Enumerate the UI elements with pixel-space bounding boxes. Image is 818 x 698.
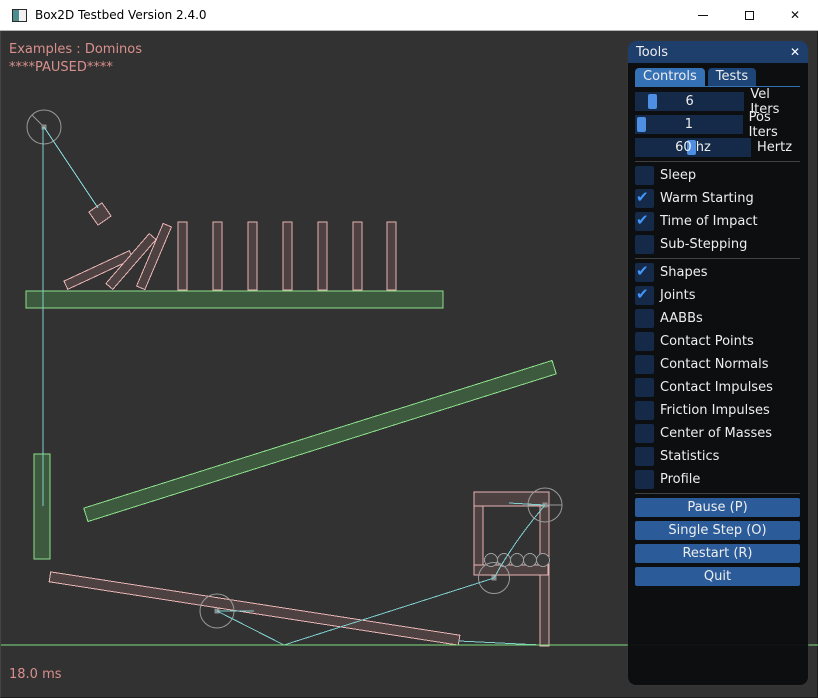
checkbox[interactable]: ✔ — [635, 309, 654, 328]
checkbox[interactable]: ✔ — [635, 212, 654, 231]
checkbox-label: Friction Impulses — [660, 403, 770, 418]
checkbox[interactable]: ✔ — [635, 378, 654, 397]
caption-buttons: ✕ — [680, 0, 818, 31]
checkbox-aabbs: ✔ AABBs — [635, 309, 800, 328]
check-icon: ✔ — [636, 262, 649, 280]
checkbox-label: Warm Starting — [660, 191, 754, 206]
sim-toggle-rows: ✔ Sleep ✔ Warm Starting ✔ Time of Impact — [635, 166, 800, 254]
separator — [635, 161, 800, 162]
checkbox-label: Contact Impulses — [660, 380, 773, 395]
standing-dominoes — [178, 222, 396, 290]
checkbox-label: Shapes — [660, 265, 707, 280]
close-icon: ✕ — [790, 8, 800, 22]
checkbox[interactable]: ✔ — [635, 189, 654, 208]
minimize-button[interactable] — [680, 0, 726, 31]
checkbox-label: Profile — [660, 472, 700, 487]
checkbox[interactable]: ✔ — [635, 263, 654, 282]
pendulum-box — [89, 203, 111, 225]
checkbox-label: AABBs — [660, 311, 703, 326]
single-step-button[interactable]: Single Step (O) — [635, 521, 800, 540]
checkbox[interactable]: ✔ — [635, 355, 654, 374]
example-label: Examples : Dominos — [9, 42, 142, 57]
checkbox-label: Joints — [660, 288, 696, 303]
check-icon: ✔ — [636, 285, 649, 303]
separator — [635, 258, 800, 259]
window-title: Box2D Testbed Version 2.4.0 — [35, 8, 207, 22]
checkbox-shapes: ✔ Shapes — [635, 263, 800, 282]
slider-value: 1 — [635, 115, 743, 134]
checkbox[interactable]: ✔ — [635, 424, 654, 443]
tools-panel-title: Tools — [636, 45, 790, 60]
slider-label: Hertz — [757, 140, 792, 155]
slider-value: 60 hz — [635, 138, 751, 157]
checkbox-joints: ✔ Joints — [635, 286, 800, 305]
slider-label: Pos Iters — [749, 110, 800, 140]
checkbox[interactable]: ✔ — [635, 286, 654, 305]
panel-close-icon[interactable]: ✕ — [790, 45, 800, 59]
titlebar: Box2D Testbed Version 2.4.0 ✕ — [0, 0, 818, 31]
checkbox-label: Contact Points — [660, 334, 754, 349]
checkbox-contact-normals: ✔ Contact Normals — [635, 355, 800, 374]
checkbox-friction-impulses: ✔ Friction Impulses — [635, 401, 800, 420]
minimize-icon — [698, 15, 708, 16]
draw-toggle-rows: ✔ Shapes ✔ Joints ✔ AABBs — [635, 263, 800, 489]
checkbox-sub-stepping: ✔ Sub-Stepping — [635, 235, 800, 254]
checkbox-sleep: ✔ Sleep — [635, 166, 800, 185]
tab-tests[interactable]: Tests — [708, 68, 756, 86]
action-buttons: Pause (P) Single Step (O) Restart (R) Qu… — [635, 498, 800, 586]
maximize-icon — [745, 11, 754, 20]
cradle-frame — [474, 492, 549, 646]
pos-iters-slider[interactable]: 1 — [635, 115, 743, 134]
checkbox[interactable]: ✔ — [635, 235, 654, 254]
checkbox-center-of-masses: ✔ Center of Masses — [635, 424, 800, 443]
separator — [635, 493, 800, 494]
checkbox-label: Time of Impact — [660, 214, 758, 229]
cradle-balls — [485, 554, 550, 567]
slider-value: 6 — [635, 92, 744, 111]
hertz-slider[interactable]: 60 hz — [635, 138, 751, 157]
checkbox-label: Sub-Stepping — [660, 237, 747, 252]
checkbox[interactable]: ✔ — [635, 401, 654, 420]
checkbox-profile: ✔ Profile — [635, 470, 800, 489]
close-button[interactable]: ✕ — [772, 0, 818, 31]
check-icon: ✔ — [636, 211, 649, 229]
checkbox[interactable]: ✔ — [635, 447, 654, 466]
checkbox[interactable]: ✔ — [635, 166, 654, 185]
vel-iters-slider[interactable]: 6 — [635, 92, 744, 111]
checkbox-label: Statistics — [660, 449, 719, 464]
tab-controls[interactable]: Controls — [635, 68, 705, 86]
restart-button[interactable]: Restart (R) — [635, 544, 800, 563]
frame-time-label: 18.0 ms — [9, 667, 62, 682]
slider-rows: 6 Vel Iters 1 Pos Iters 60 hz — [635, 92, 800, 157]
tools-panel: Tools ✕ Controls Tests 6 Vel Iters — [628, 41, 808, 685]
paused-label: ****PAUSED**** — [9, 60, 113, 75]
tools-panel-header[interactable]: Tools ✕ — [628, 41, 808, 63]
domino-platform — [26, 291, 443, 308]
app-icon — [12, 9, 27, 22]
vertical-green-block — [34, 454, 50, 559]
checkbox[interactable]: ✔ — [635, 470, 654, 489]
checkbox-statistics: ✔ Statistics — [635, 447, 800, 466]
tabbar: Controls Tests — [635, 68, 800, 87]
maximize-button[interactable] — [726, 0, 772, 31]
tools-panel-body: Controls Tests 6 Vel Iters 1 — [628, 63, 808, 586]
quit-button[interactable]: Quit — [635, 567, 800, 586]
pause-button[interactable]: Pause (P) — [635, 498, 800, 517]
check-icon: ✔ — [636, 188, 649, 206]
checkbox[interactable]: ✔ — [635, 332, 654, 351]
checkbox-time-of-impact: ✔ Time of Impact — [635, 212, 800, 231]
checkbox-contact-impulses: ✔ Contact Impulses — [635, 378, 800, 397]
checkbox-warm-starting: ✔ Warm Starting — [635, 189, 800, 208]
checkbox-label: Sleep — [660, 168, 696, 183]
checkbox-label: Contact Normals — [660, 357, 769, 372]
checkbox-contact-points: ✔ Contact Points — [635, 332, 800, 351]
checkbox-label: Center of Masses — [660, 426, 772, 441]
